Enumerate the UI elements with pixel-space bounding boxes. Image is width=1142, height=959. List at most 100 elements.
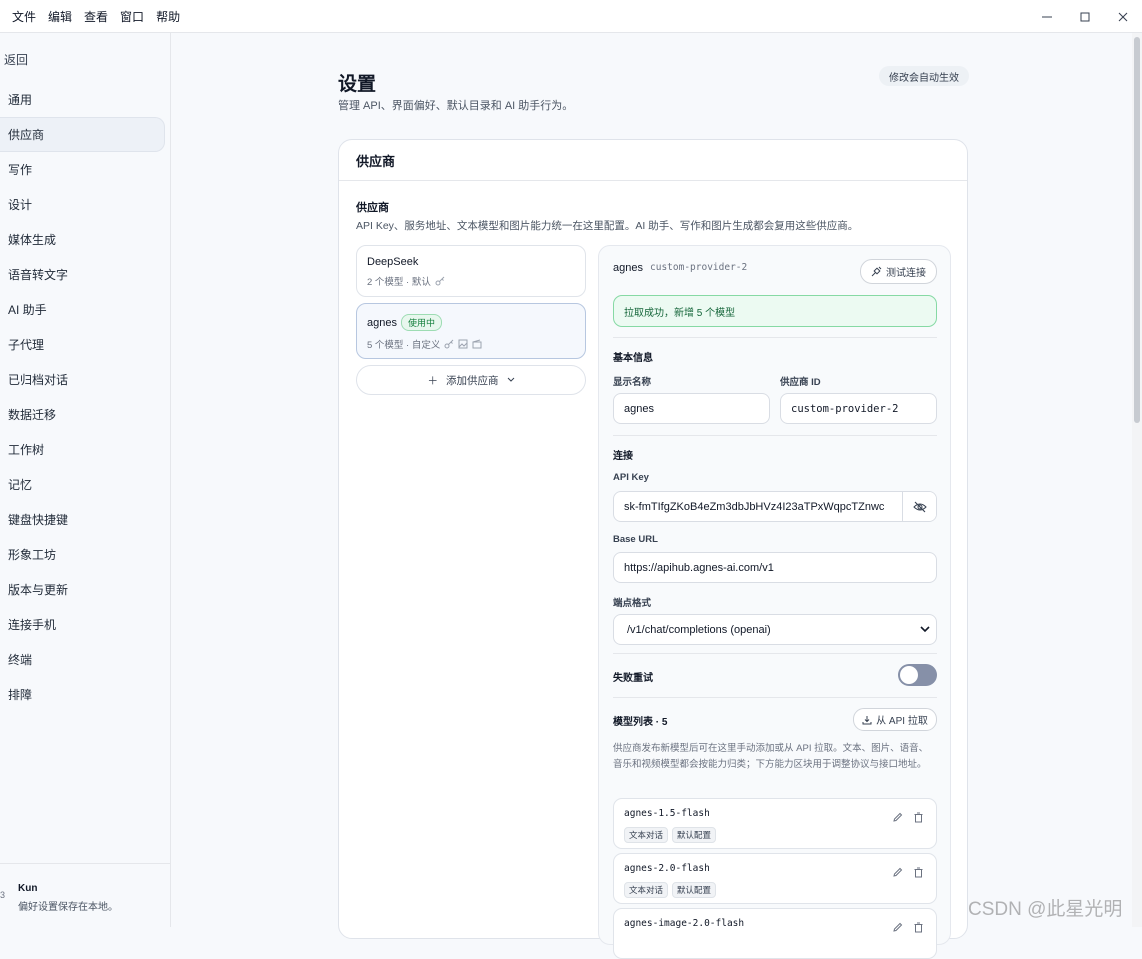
api-key-label: API Key: [613, 472, 649, 483]
maximize-button[interactable]: [1066, 0, 1104, 33]
window-controls: [1028, 0, 1142, 33]
test-connection-label: 测试连接: [886, 268, 926, 279]
edit-icon[interactable]: [892, 867, 903, 878]
endpoint-value: /v1/chat/completions (openai): [627, 623, 771, 636]
retry-toggle[interactable]: [898, 664, 937, 686]
base-url-label: Base URL: [613, 534, 658, 545]
sidebar-item-speech[interactable]: 语音转文字: [0, 257, 165, 292]
provider-item-agnes[interactable]: agnes 使用中 5 个模型 · 自定义: [356, 303, 586, 359]
plug-icon: [871, 266, 882, 277]
provider-meta: 2 个模型 · 默认: [367, 277, 431, 288]
toggle-knob: [900, 666, 918, 684]
title-bar: 文件 编辑 查看 窗口 帮助: [0, 0, 1142, 33]
sidebar-footer: 3 Kun 偏好设置保存在本地。: [0, 863, 171, 927]
sidebar-item-worktree[interactable]: 工作树: [0, 432, 165, 467]
trash-icon[interactable]: [913, 812, 924, 823]
page-subtitle: 管理 API、界面偏好、默认目录和 AI 助手行为。: [338, 100, 574, 112]
add-provider-button[interactable]: ＋ 添加供应商: [356, 365, 586, 395]
model-tag: 默认配置: [672, 827, 717, 843]
sidebar-item-troubleshoot[interactable]: 排障: [0, 677, 165, 712]
minimize-button[interactable]: [1028, 0, 1066, 33]
model-name: agnes-1.5-flash: [624, 808, 710, 819]
key-icon: [435, 276, 445, 286]
provider-list: DeepSeek 2 个模型 · 默认 agnes 使用中 5 个模型 · 自定…: [356, 245, 586, 395]
model-item[interactable]: agnes-2.0-flash 文本对话 默认配置: [613, 853, 937, 904]
menu-window[interactable]: 窗口: [114, 8, 150, 25]
endpoint-select[interactable]: /v1/chat/completions (openai): [613, 614, 937, 645]
providers-card: 供应商 供应商 API Key、服务地址、文本模型和图片能力统一在这里配置。AI…: [338, 139, 968, 959]
sidebar-item-memory[interactable]: 记忆: [0, 467, 165, 502]
eye-off-icon: [912, 501, 927, 512]
card-title: 供应商: [339, 140, 967, 181]
active-badge: 使用中: [400, 314, 442, 331]
video-icon: [472, 339, 482, 349]
model-item[interactable]: agnes-1.5-flash 文本对话 默认配置: [613, 798, 937, 849]
sidebar-item-avatar-studio[interactable]: 形象工坊: [0, 537, 165, 572]
section-title: 供应商: [356, 202, 389, 214]
menu-help[interactable]: 帮助: [150, 8, 186, 25]
menu-file[interactable]: 文件: [6, 8, 42, 25]
sidebar-item-version[interactable]: 版本与更新: [0, 572, 165, 607]
sidebar-item-subagent[interactable]: 子代理: [0, 327, 165, 362]
section-description: API Key、服务地址、文本模型和图片能力统一在这里配置。AI 助手、写作和图…: [356, 220, 859, 232]
edit-icon[interactable]: [892, 812, 903, 823]
model-tag: 文本对话: [624, 882, 669, 898]
success-message: 拉取成功，新增 5 个模型: [613, 295, 937, 327]
autosave-badge: 修改会自动生效: [879, 66, 969, 86]
fetch-label: 从 API 拉取: [876, 716, 928, 727]
provider-name: DeepSeek: [367, 256, 419, 268]
plus-icon: ＋: [427, 374, 439, 387]
api-key-value: sk-fmTIfgZKoB4eZm3dbJbHVz4I23aTPxWqpcTZn…: [624, 500, 885, 513]
provider-item-deepseek[interactable]: DeepSeek 2 个模型 · 默认: [356, 245, 586, 297]
test-connection-button[interactable]: 测试连接: [860, 259, 937, 284]
sidebar-item-phone[interactable]: 连接手机: [0, 607, 165, 642]
edit-icon[interactable]: [892, 922, 903, 933]
sidebar-item-ai-assistant[interactable]: AI 助手: [0, 292, 165, 327]
model-list-description: 供应商发布新模型后可在这里手动添加或从 API 拉取。文本、图片、语音、音乐和视…: [613, 743, 929, 770]
trash-icon[interactable]: [913, 867, 924, 878]
model-item[interactable]: agnes-image-2.0-flash: [613, 908, 937, 959]
scrollbar-thumb[interactable]: [1134, 37, 1140, 423]
sidebar-nav: 通用 供应商 写作 设计 媒体生成 语音转文字 AI 助手 子代理 已归档对话 …: [0, 82, 171, 712]
chevron-down-icon: [507, 377, 514, 382]
sidebar-item-writing[interactable]: 写作: [0, 152, 165, 187]
close-button[interactable]: [1104, 0, 1142, 33]
add-provider-label: 添加供应商: [446, 374, 499, 387]
back-link[interactable]: 返回: [4, 51, 28, 68]
user-note: 偏好设置保存在本地。: [18, 902, 118, 913]
sidebar-item-providers[interactable]: 供应商: [0, 117, 165, 152]
page-title: 设置: [338, 74, 377, 95]
sidebar-item-migration[interactable]: 数据迁移: [0, 397, 165, 432]
model-name: agnes-image-2.0-flash: [624, 918, 745, 929]
provider-detail: agnes custom-provider-2 测试连接 拉取成功，新增 5 个…: [598, 245, 951, 959]
watermark: CSDN @此星光明: [968, 899, 1123, 920]
menu-edit[interactable]: 编辑: [42, 8, 78, 25]
fetch-from-api-button[interactable]: 从 API 拉取: [853, 708, 937, 731]
minimize-icon: [1042, 16, 1052, 17]
menu-view[interactable]: 查看: [78, 8, 114, 25]
footer-number: 3: [0, 890, 6, 900]
maximize-icon: [1080, 12, 1090, 21]
provider-id-input[interactable]: custom-provider-2: [780, 393, 937, 424]
display-name-label: 显示名称: [613, 377, 652, 388]
key-icon: [444, 339, 454, 349]
divider: [613, 653, 937, 654]
base-url-input[interactable]: https://apihub.agnes-ai.com/v1: [613, 552, 937, 583]
trash-icon[interactable]: [913, 922, 924, 933]
model-tag: 默认配置: [672, 882, 717, 898]
display-name-input[interactable]: agnes: [613, 393, 770, 424]
divider: [613, 435, 937, 436]
api-key-input[interactable]: sk-fmTIfgZKoB4eZm3dbJbHVz4I23aTPxWqpcTZn…: [613, 491, 937, 522]
sidebar-item-terminal[interactable]: 终端: [0, 642, 165, 677]
scrollbar[interactable]: [1132, 33, 1142, 927]
toggle-visibility-button[interactable]: [902, 492, 936, 521]
provider-meta: 5 个模型 · 自定义: [367, 340, 441, 351]
sidebar-item-archived[interactable]: 已归档对话: [0, 362, 165, 397]
sidebar-item-design[interactable]: 设计: [0, 187, 165, 222]
provider-id-label: 供应商 ID: [780, 377, 821, 388]
divider: [613, 337, 937, 338]
connection-heading: 连接: [613, 451, 633, 462]
sidebar-item-media[interactable]: 媒体生成: [0, 222, 165, 257]
sidebar-item-general[interactable]: 通用: [0, 82, 165, 117]
sidebar-item-shortcuts[interactable]: 键盘快捷键: [0, 502, 165, 537]
